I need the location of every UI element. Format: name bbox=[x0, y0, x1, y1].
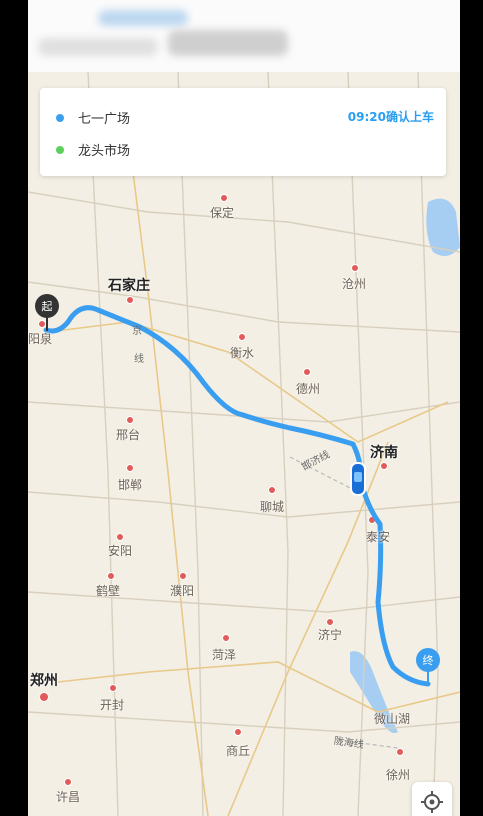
phone-screen: 保定 石家庄 沧州 阳泉 衡水 德州 邢台 济南 邯郸 聊城 泰安 安阳 鹤壁 … bbox=[28, 0, 460, 816]
road-label-xian: 线 bbox=[134, 354, 144, 365]
city-hengshui: 衡水 bbox=[230, 346, 255, 360]
end-marker-icon: 终 bbox=[416, 648, 440, 672]
city-liaocheng: 聊城 bbox=[260, 500, 285, 514]
city-xuchang: 许昌 bbox=[56, 790, 81, 804]
start-marker-stem bbox=[46, 317, 48, 331]
city-kaifeng: 开封 bbox=[100, 698, 125, 712]
city-shangqiu: 商丘 bbox=[226, 744, 251, 758]
city-handan: 邯郸 bbox=[118, 478, 143, 492]
status-bar bbox=[28, 0, 460, 72]
city-heze: 菏泽 bbox=[212, 648, 237, 662]
trip-card[interactable]: 七一广场 龙头市场 09:20确认上车 bbox=[40, 88, 446, 176]
city-cangzhou: 沧州 bbox=[342, 277, 367, 291]
blurred-status-area bbox=[98, 10, 188, 26]
city-anyang: 安阳 bbox=[108, 544, 133, 558]
city-taian: 泰安 bbox=[366, 530, 391, 544]
city-dezhou: 德州 bbox=[296, 382, 321, 396]
city-hebi: 鹤壁 bbox=[96, 584, 121, 598]
blurred-status-area bbox=[168, 30, 288, 56]
start-marker-icon: 起 bbox=[35, 294, 59, 318]
locate-button[interactable] bbox=[412, 782, 452, 816]
locate-icon bbox=[421, 791, 443, 813]
destination-name: 龙头市场 bbox=[78, 144, 131, 159]
city-xuzhou: 徐州 bbox=[386, 768, 411, 782]
city-weishanhu: 微山湖 bbox=[374, 712, 411, 726]
destination-row: 龙头市场 bbox=[56, 140, 130, 159]
city-zhengzhou: 郑州 bbox=[30, 673, 58, 689]
city-baoding: 保定 bbox=[210, 206, 235, 220]
city-puyang: 濮阳 bbox=[170, 584, 195, 598]
city-yangquan: 阳泉 bbox=[28, 332, 53, 346]
origin-name: 七一广场 bbox=[78, 112, 131, 127]
blurred-status-area bbox=[38, 38, 158, 56]
city-xingtai: 邢台 bbox=[116, 428, 141, 442]
city-jinan: 济南 bbox=[370, 445, 398, 461]
origin-row: 七一广场 bbox=[56, 108, 130, 127]
pickup-confirm-text[interactable]: 09:20确认上车 bbox=[348, 108, 434, 125]
end-marker-stem bbox=[427, 671, 429, 685]
city-shijiazhuang: 石家庄 bbox=[108, 278, 150, 294]
car-icon bbox=[350, 462, 366, 496]
map[interactable]: 保定 石家庄 沧州 阳泉 衡水 德州 邢台 济南 邯郸 聊城 泰安 安阳 鹤壁 … bbox=[28, 72, 460, 816]
origin-dot-icon bbox=[56, 113, 64, 122]
city-jining: 济宁 bbox=[318, 628, 343, 642]
destination-dot-icon bbox=[56, 145, 64, 154]
road-label-jing: 京 bbox=[132, 326, 142, 337]
